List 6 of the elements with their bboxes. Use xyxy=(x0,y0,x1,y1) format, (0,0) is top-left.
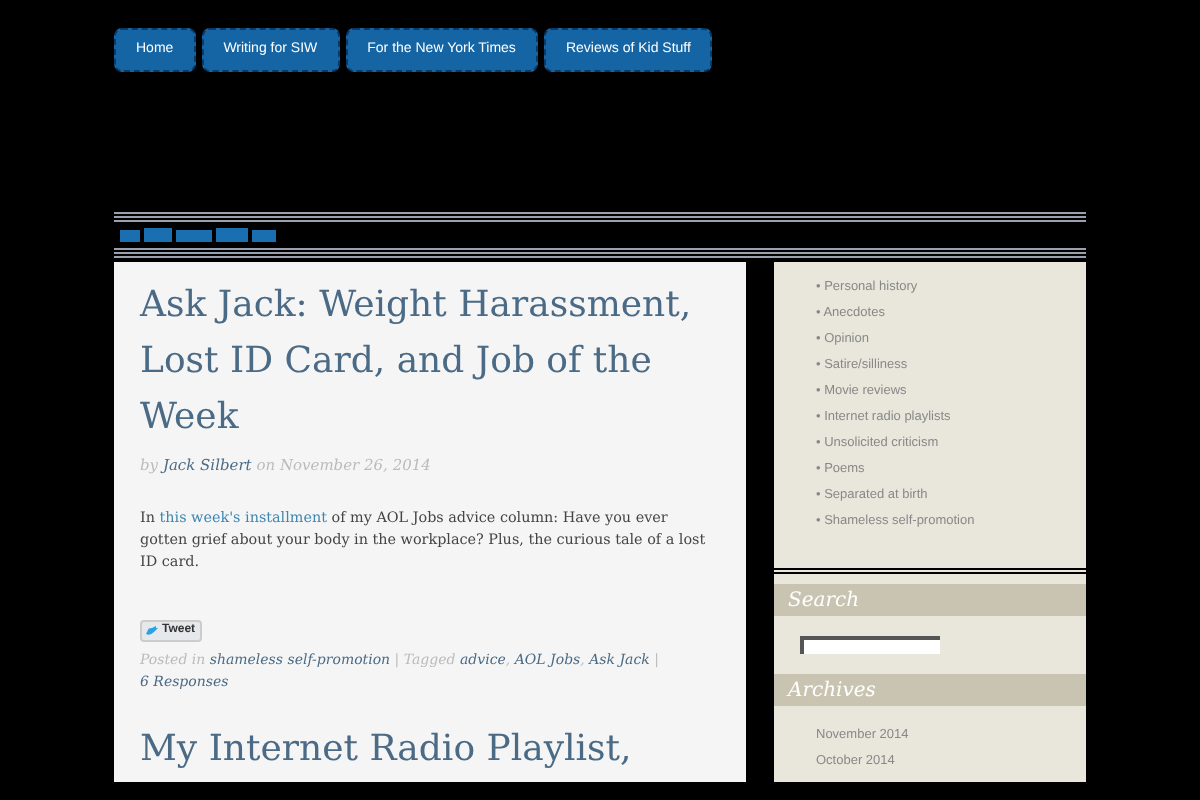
widget-heading: Archives xyxy=(774,674,1086,706)
widget-heading: Search xyxy=(774,584,1086,616)
post-title[interactable]: Ask Jack: Weight Harassment, Lost ID Card, and Job of the Week xyxy=(140,278,720,446)
logo-drawing[interactable] xyxy=(120,227,276,243)
search-field[interactable] xyxy=(800,636,940,654)
post-title[interactable]: My Internet Radio Playlist, xyxy=(140,722,720,779)
